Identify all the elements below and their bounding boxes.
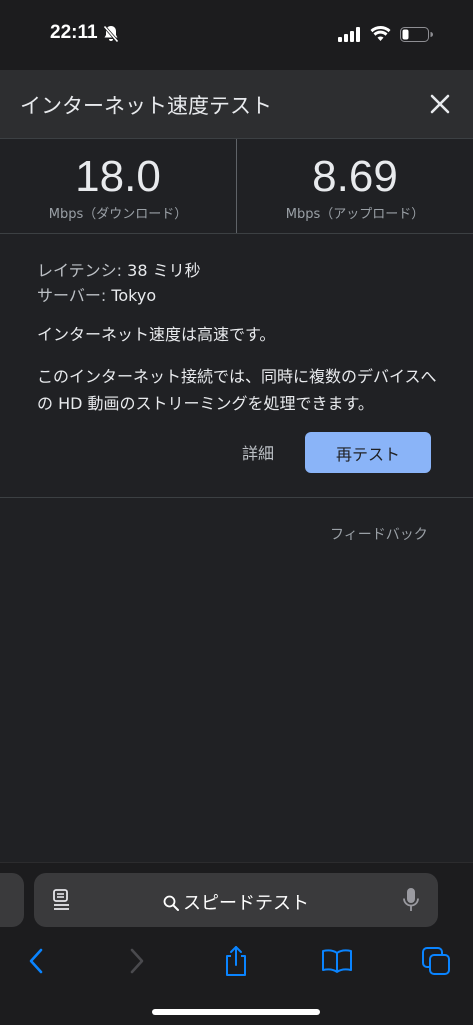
- test-details: レイテンシ: 38 ミリ秒 サーバー: Tokyo: [37, 258, 437, 308]
- latency-label: レイテンシ:: [37, 261, 123, 280]
- status-time: 22:11: [50, 22, 98, 43]
- tabs-icon: [422, 947, 450, 975]
- back-button[interactable]: [16, 941, 56, 981]
- search-icon: [163, 895, 179, 916]
- address-text-wrap: スピードテスト: [34, 889, 438, 916]
- bell-slash-icon: [102, 25, 120, 47]
- feedback-link[interactable]: フィードバック: [330, 524, 428, 544]
- download-speed-unit: Mbps（ダウンロード）: [48, 207, 188, 222]
- chevron-left-icon: [29, 948, 43, 974]
- home-indicator: [152, 1009, 320, 1015]
- previous-tab-preview[interactable]: [0, 873, 24, 927]
- bookmarks-button[interactable]: [317, 941, 357, 981]
- upload-result: 8.69 Mbps（アップロード）: [237, 139, 473, 233]
- wifi-icon: [370, 25, 391, 46]
- server-label: サーバー:: [37, 286, 107, 305]
- book-icon: [322, 949, 352, 973]
- speed-description: このインターネット接続では、同時に複数のデバイスへの HD 動画のストリーミング…: [37, 367, 437, 413]
- share-button[interactable]: [216, 941, 256, 981]
- microphone-icon[interactable]: [402, 887, 420, 917]
- retest-button[interactable]: 再テスト: [305, 432, 431, 473]
- latency-value: 38 ミリ秒: [127, 261, 201, 280]
- tabs-button[interactable]: [416, 941, 456, 981]
- chevron-right-icon: [130, 948, 144, 974]
- close-button[interactable]: [426, 90, 454, 118]
- server-value: Tokyo: [111, 286, 157, 305]
- status-bar: 22:11: [0, 0, 473, 70]
- speed-summary: インターネット速度は高速です。: [37, 325, 276, 344]
- browser-bottom-bar: スピードテスト: [0, 862, 473, 1025]
- close-icon: [430, 94, 450, 114]
- address-text: スピードテスト: [183, 893, 309, 914]
- address-bar[interactable]: スピードテスト: [34, 873, 438, 927]
- cellular-signal-icon: [338, 27, 362, 46]
- download-speed-value: 18.0: [75, 152, 161, 201]
- share-icon: [226, 946, 246, 976]
- latency-line: レイテンシ: 38 ミリ秒: [37, 258, 437, 283]
- battery-icon: [400, 27, 433, 46]
- speed-results: 18.0 Mbps（ダウンロード） 8.69 Mbps（アップロード）: [0, 139, 473, 234]
- speed-test-header: インターネット速度テスト: [0, 70, 473, 139]
- details-button[interactable]: 詳細: [242, 440, 274, 464]
- browser-toolbar: [0, 941, 473, 981]
- upload-speed-unit: Mbps（アップロード）: [285, 207, 425, 222]
- divider: [0, 497, 473, 498]
- download-result: 18.0 Mbps（ダウンロード）: [0, 139, 237, 233]
- upload-speed-value: 8.69: [312, 152, 398, 201]
- page-title: インターネット速度テスト: [20, 94, 272, 118]
- server-line: サーバー: Tokyo: [37, 283, 437, 308]
- forward-button[interactable]: [117, 941, 157, 981]
